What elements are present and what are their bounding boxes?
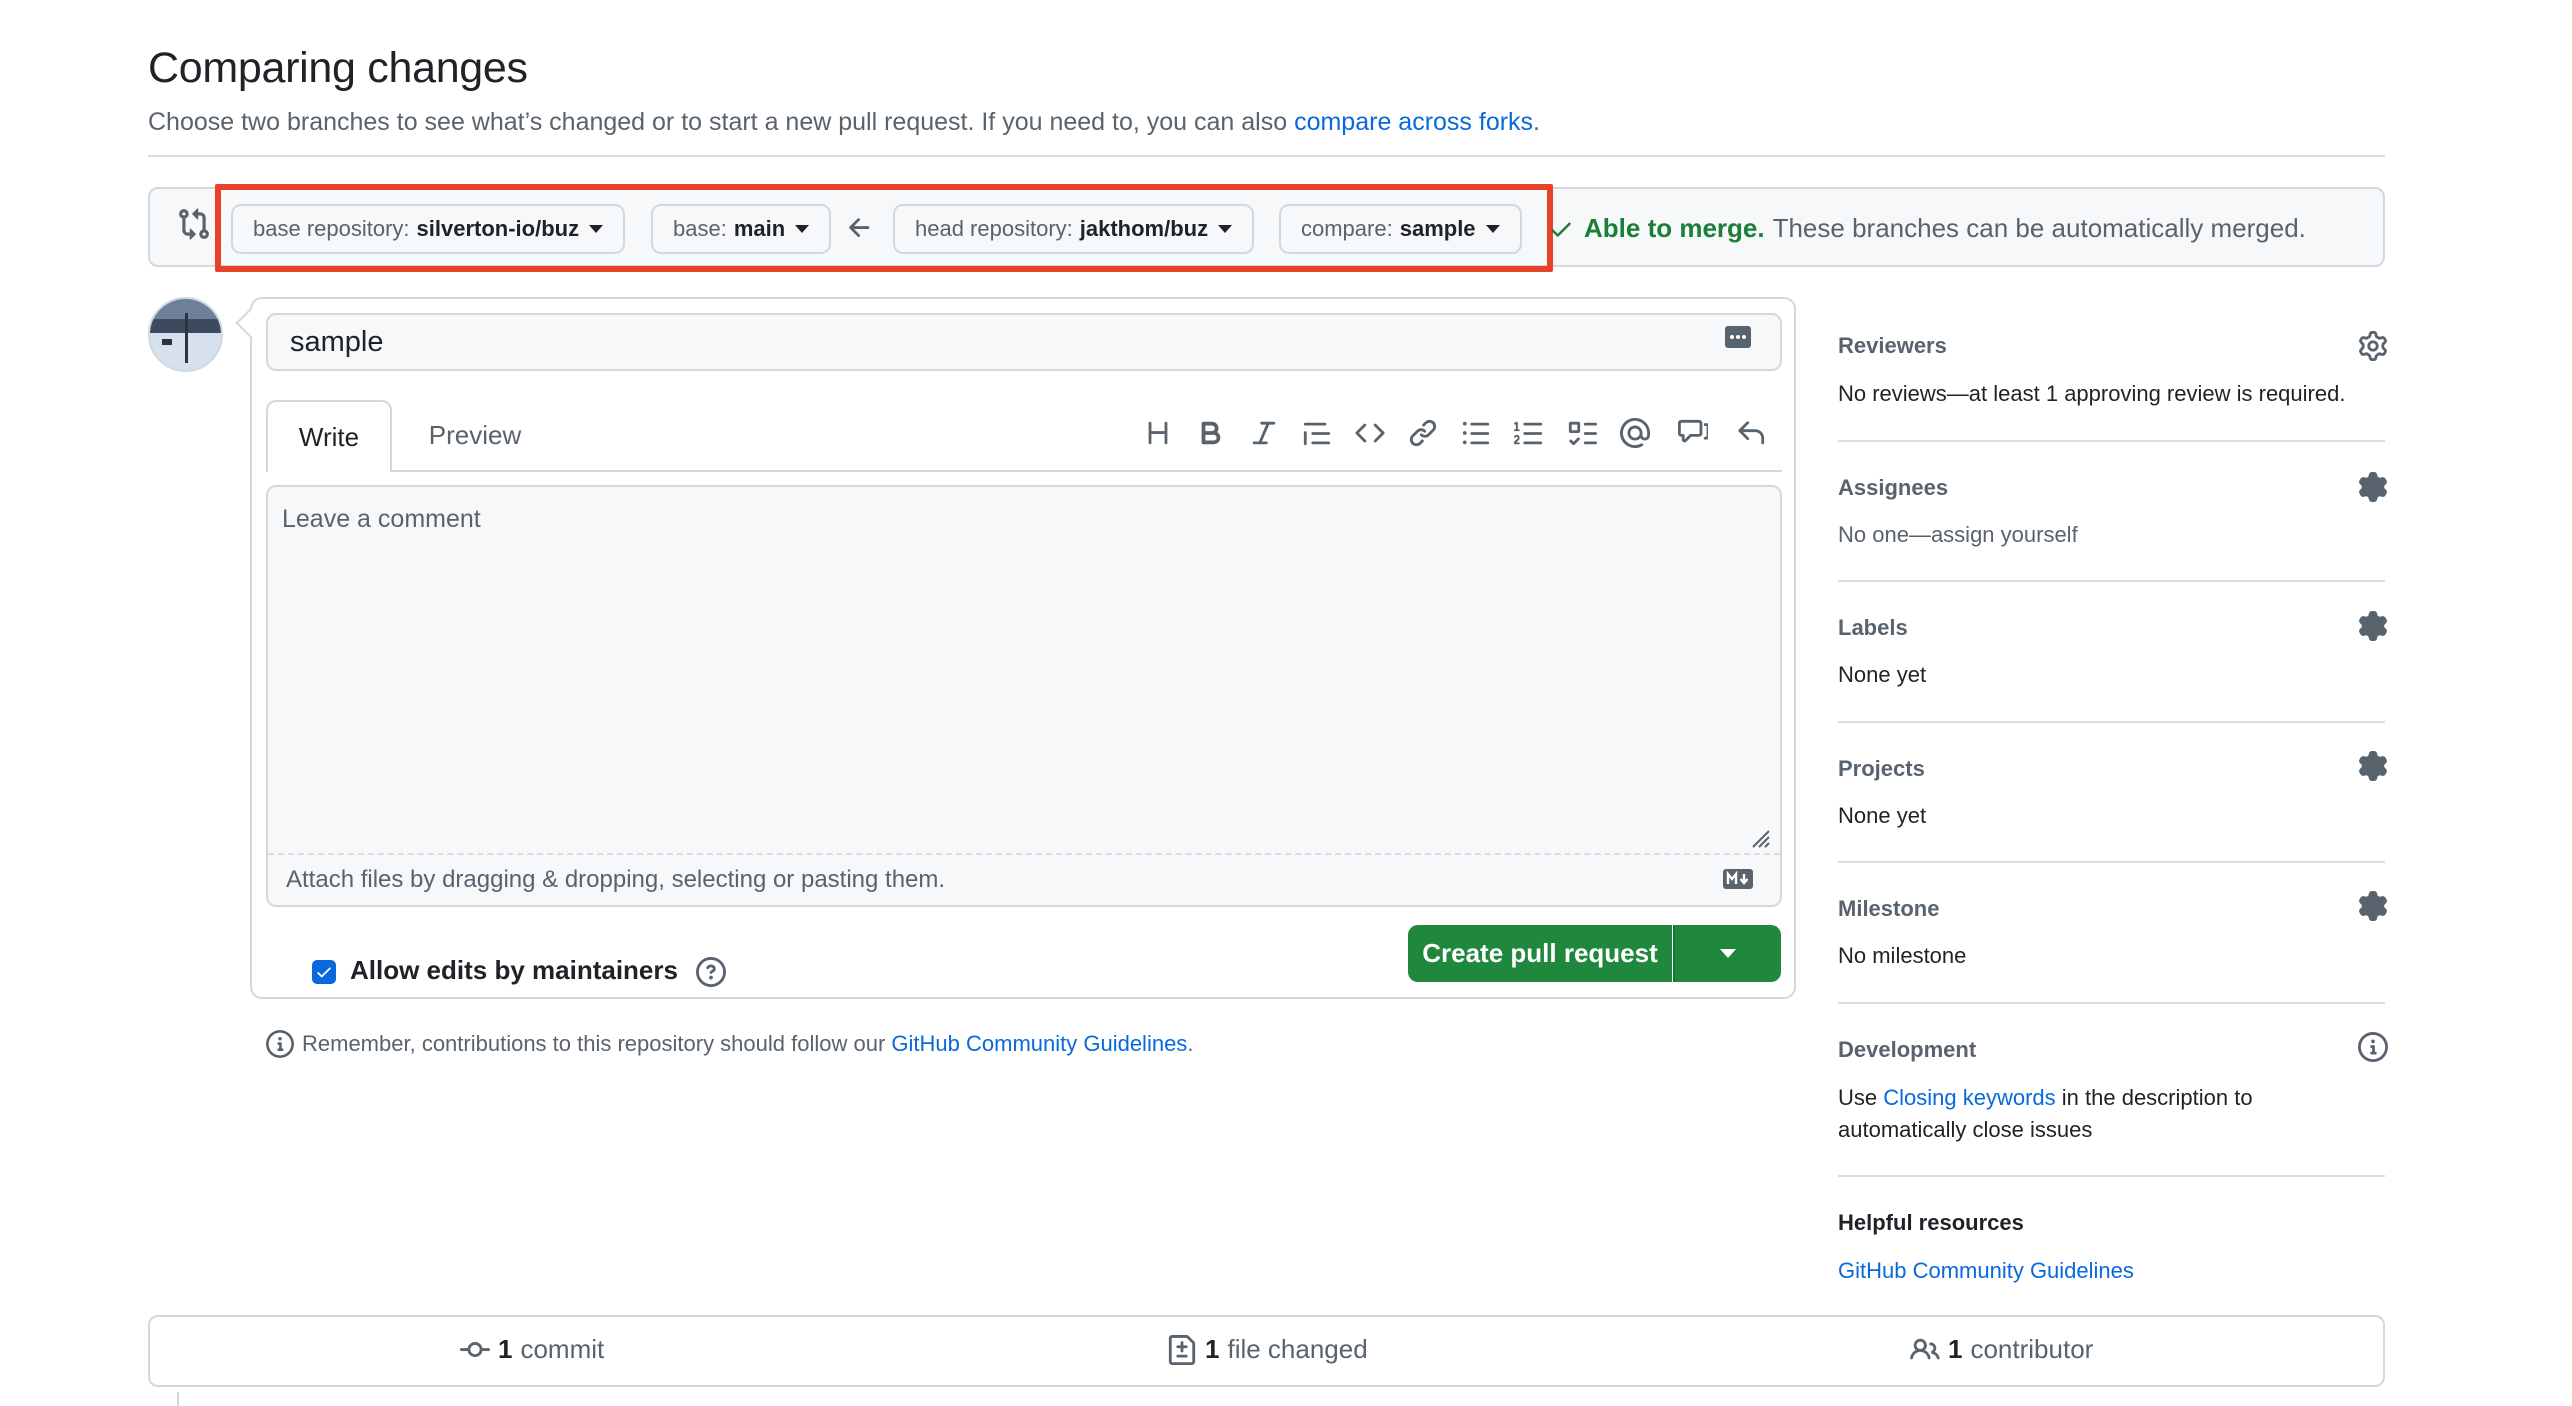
mention-icon[interactable]	[1620, 418, 1650, 448]
sidebar-assignees-value[interactable]: No one—assign yourself	[1838, 522, 2078, 548]
sidebar-milestone-heading[interactable]: Milestone	[1838, 896, 1939, 922]
attach-divider	[268, 853, 1780, 855]
git-compare-icon	[179, 208, 209, 240]
caret-down-icon	[1720, 949, 1736, 958]
check-icon	[1551, 222, 1571, 237]
sidebar-projects-heading[interactable]: Projects	[1838, 756, 1925, 782]
files-label: file changed	[1227, 1334, 1368, 1364]
commits-count: 1	[498, 1334, 513, 1364]
community-guidelines-note: Remember, contributions to this reposito…	[266, 1030, 1193, 1058]
unordered-list-icon[interactable]	[1461, 418, 1491, 448]
sidebar-development-line1: Use Closing keywords in the description …	[1838, 1085, 2253, 1111]
sidebar-reviewers-heading[interactable]: Reviewers	[1838, 333, 1947, 359]
sidebar-divider	[1838, 1002, 2385, 1004]
sidebar-guidelines-link[interactable]: GitHub Community Guidelines	[1838, 1258, 2134, 1284]
create-pull-request-dropdown[interactable]	[1673, 925, 1781, 982]
sidebar-divider	[1838, 721, 2385, 723]
sidebar-projects-value: None yet	[1838, 803, 1927, 828]
sidebar-divider	[1838, 1175, 2385, 1177]
page-subtitle: Choose two branches to see what’s change…	[148, 108, 1540, 137]
quote-icon[interactable]	[1302, 418, 1332, 448]
sidebar-divider	[1838, 580, 2385, 582]
files-changed-tab[interactable]: 1 file changed	[1167, 1334, 1368, 1365]
commits-label: commit	[520, 1334, 605, 1364]
file-diff-icon	[1168, 1334, 1196, 1365]
attach-files-text[interactable]: Attach files by dragging & dropping, sel…	[286, 866, 945, 894]
sidebar-divider	[1838, 861, 2385, 863]
merge-status: Able to merge. These branches can be aut…	[1548, 213, 2306, 244]
contributors-tab[interactable]: 1 contributor	[1910, 1334, 2093, 1365]
people-icon	[1910, 1338, 1940, 1359]
subtitle-end: .	[1533, 108, 1540, 136]
contributors-label: contributor	[1970, 1334, 2094, 1364]
link-icon[interactable]	[1408, 418, 1438, 448]
timeline-line	[177, 1392, 179, 1406]
subtitle-text: Choose two branches to see what’s change…	[148, 108, 1288, 136]
sidebar-development-line2: automatically close issues	[1838, 1117, 2093, 1142]
tab-write[interactable]: Write	[266, 400, 392, 472]
header-divider	[148, 155, 2385, 157]
dev-suffix: in the description to	[2061, 1085, 2253, 1110]
remember-end: .	[1187, 1031, 1194, 1056]
sidebar-helpful-heading: Helpful resources	[1838, 1210, 2024, 1235]
allow-edits-label[interactable]: Allow edits by maintainers	[350, 955, 678, 986]
contributors-count: 1	[1948, 1334, 1963, 1364]
gear-icon[interactable]	[2358, 891, 2388, 921]
avatar[interactable]	[148, 297, 223, 372]
sidebar-assignees-heading[interactable]: Assignees	[1838, 475, 1948, 501]
check-icon	[317, 967, 331, 978]
sidebar-reviewers-value: No reviews—at least 1 approving review i…	[1838, 381, 2346, 406]
comment-textarea[interactable]	[266, 485, 1782, 907]
pull-request-title-input[interactable]: sample	[266, 313, 1782, 371]
merge-status-text: These branches can be automatically merg…	[1772, 213, 2306, 243]
sidebar-divider	[1838, 440, 2385, 442]
sidebar-milestone-value: No milestone	[1838, 943, 1967, 968]
question-icon[interactable]	[696, 957, 726, 987]
undo-icon[interactable]	[1736, 418, 1766, 448]
saved-replies-icon[interactable]	[1724, 325, 1752, 349]
compare-across-forks-link[interactable]: compare across forks	[1294, 108, 1533, 136]
files-count: 1	[1205, 1334, 1220, 1364]
merge-status-label: Able to merge.	[1584, 213, 1765, 243]
closing-keywords-link[interactable]: Closing keywords	[1883, 1085, 2055, 1110]
info-icon	[266, 1030, 294, 1058]
markdown-icon	[1723, 869, 1753, 889]
tabs-divider	[266, 470, 1782, 472]
info-icon[interactable]	[2358, 1032, 2388, 1062]
task-list-icon[interactable]	[1567, 418, 1597, 448]
ordered-list-icon[interactable]	[1514, 418, 1544, 448]
page-title: Comparing changes	[148, 44, 528, 92]
commit-icon	[460, 1341, 490, 1357]
gear-icon[interactable]	[2358, 611, 2388, 641]
gear-icon[interactable]	[2358, 472, 2388, 502]
create-pull-request-button[interactable]: Create pull request	[1408, 925, 1672, 982]
tab-preview[interactable]: Preview	[412, 400, 538, 470]
dev-prefix: Use	[1838, 1085, 1878, 1110]
gear-icon[interactable]	[2358, 751, 2388, 781]
commits-tab[interactable]: 1 commit	[460, 1334, 604, 1365]
allow-edits-checkbox[interactable]	[312, 960, 336, 984]
bold-icon[interactable]	[1196, 418, 1226, 448]
sidebar-development-heading: Development	[1838, 1037, 1977, 1062]
resize-handle-icon[interactable]	[1747, 825, 1771, 849]
gear-icon[interactable]	[2358, 331, 2388, 361]
sidebar-labels-value: None yet	[1838, 662, 1927, 687]
cross-reference-icon[interactable]	[1678, 418, 1708, 448]
italic-icon[interactable]	[1249, 418, 1279, 448]
heading-icon[interactable]	[1143, 418, 1173, 448]
avatar-image	[150, 299, 221, 370]
remember-text: Remember, contributions to this reposito…	[302, 1031, 886, 1056]
community-guidelines-link[interactable]: GitHub Community Guidelines	[891, 1031, 1187, 1057]
highlight-box	[215, 184, 1553, 272]
comment-placeholder: Leave a comment	[282, 505, 481, 533]
code-icon[interactable]	[1355, 418, 1385, 448]
sidebar-labels-heading[interactable]: Labels	[1838, 615, 1908, 641]
